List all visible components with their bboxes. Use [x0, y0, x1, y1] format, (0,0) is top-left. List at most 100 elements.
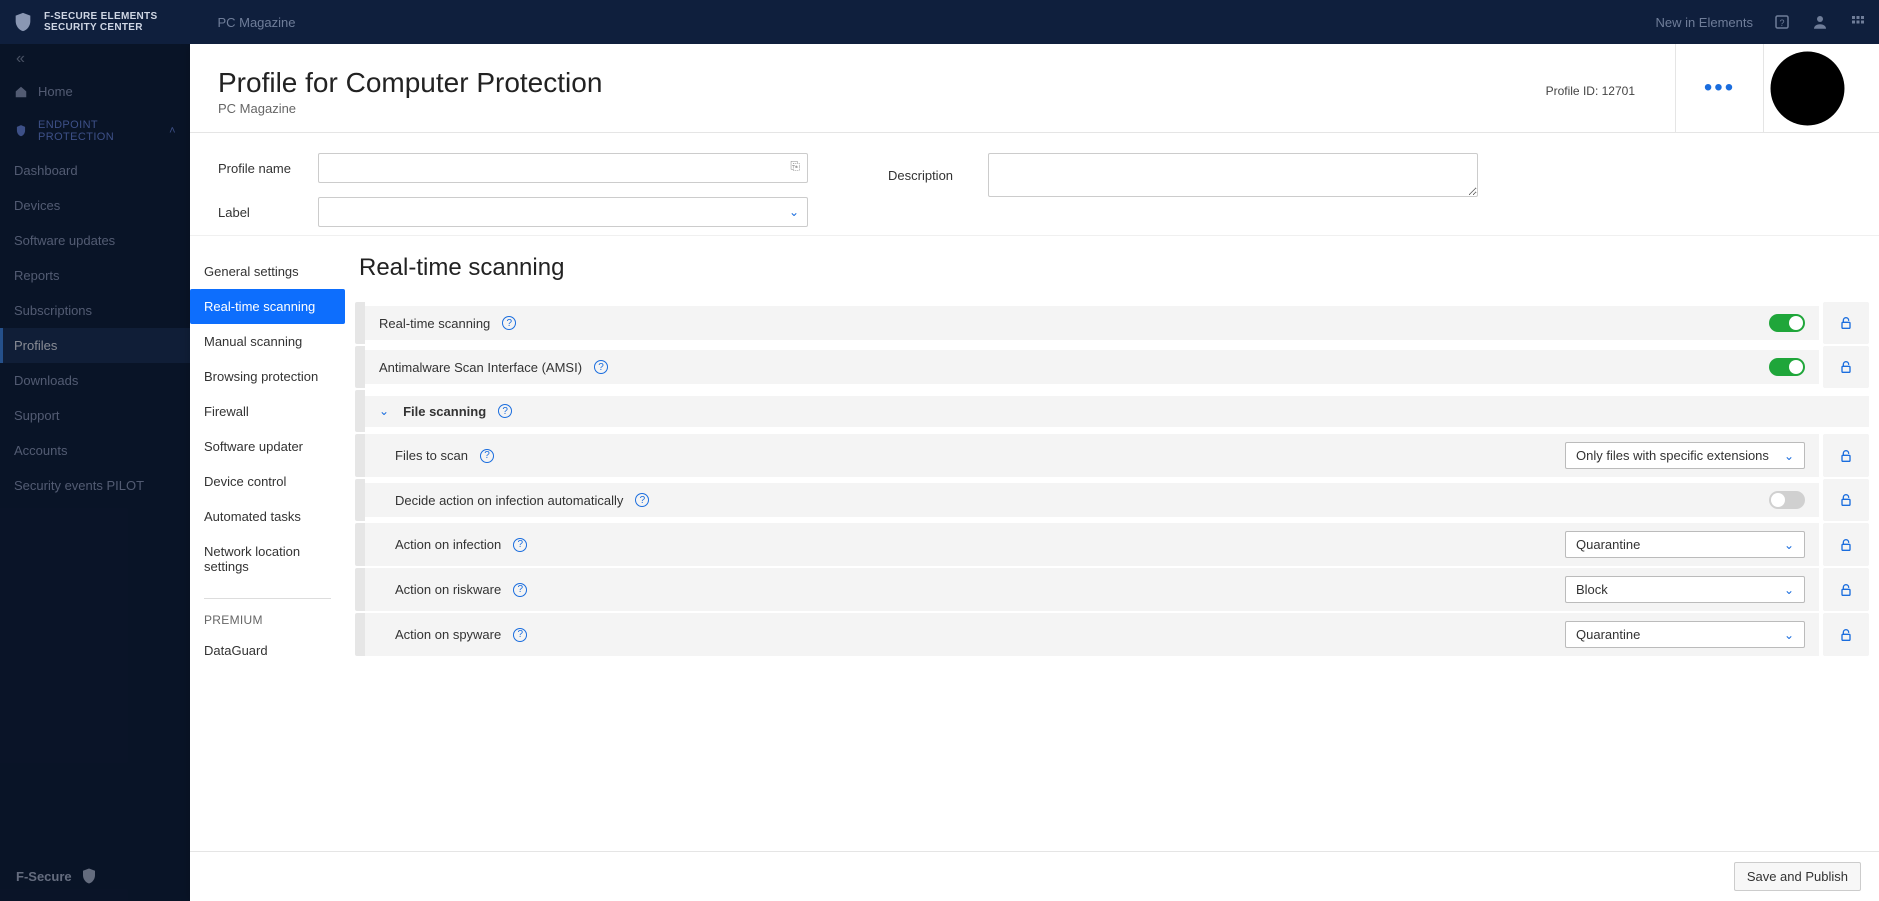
setting-row: ⌄File scanning? [355, 390, 1869, 432]
settings-pane: Real-time scanning Real-time scanning?An… [345, 236, 1879, 851]
tab-dataguard[interactable]: DataGuard [190, 633, 345, 668]
close-button[interactable] [1763, 44, 1851, 132]
lock-button[interactable] [1823, 479, 1869, 521]
more-actions-button[interactable]: ••• [1675, 44, 1763, 132]
lock-button[interactable] [1823, 302, 1869, 344]
profile-name-label: Profile name [218, 161, 298, 176]
description-input[interactable] [988, 153, 1478, 197]
svg-text:?: ? [1779, 18, 1784, 28]
help-icon[interactable]: ? [1773, 13, 1791, 31]
help-icon[interactable]: ? [513, 628, 527, 642]
chevron-up-icon: ˄ [169, 125, 176, 137]
row-gutter [355, 479, 365, 521]
setting-row: Action on spyware? Quarantine⌄ [355, 613, 1869, 656]
panel-header: Profile for Computer Protection PC Magaz… [190, 44, 1879, 133]
sidebar-item-dashboard[interactable]: Dashboard [0, 153, 190, 188]
row-gutter [355, 434, 365, 477]
sidebar-item-software-updates[interactable]: Software updates [0, 223, 190, 258]
setting-label: Action on spyware [395, 627, 501, 642]
tab-device-control[interactable]: Device control [190, 464, 345, 499]
tab-real-time-scanning[interactable]: Real-time scanning [190, 289, 345, 324]
sidebar-item-downloads[interactable]: Downloads [0, 363, 190, 398]
sidebar-item-label: Software updates [14, 233, 115, 248]
lock-open-icon [1838, 627, 1854, 643]
select-action-on-infection[interactable]: Quarantine⌄ [1565, 531, 1805, 558]
row-gutter [355, 346, 365, 388]
chevron-down-icon: ⌄ [1784, 538, 1794, 552]
sidebar-section-label: ENDPOINT PROTECTION [38, 119, 159, 143]
setting-row: Antimalware Scan Interface (AMSI)? [355, 346, 1869, 388]
home-icon [14, 85, 28, 99]
row-body: Action on spyware? Quarantine⌄ [365, 613, 1819, 656]
help-icon[interactable]: ? [635, 493, 649, 507]
sidebar-item-profiles[interactable]: Profiles [0, 328, 190, 363]
premium-heading: PREMIUM [190, 607, 345, 633]
help-icon[interactable]: ? [594, 360, 608, 374]
new-in-elements-link[interactable]: New in Elements [1655, 15, 1753, 30]
setting-row: Action on riskware? Block⌄ [355, 568, 1869, 611]
sidebar-item-subscriptions[interactable]: Subscriptions [0, 293, 190, 328]
sidebar-item-support[interactable]: Support [0, 398, 190, 433]
setting-row: Files to scan?Only files with specific e… [355, 434, 1869, 477]
lock-button[interactable] [1823, 523, 1869, 566]
lock-button[interactable] [1823, 346, 1869, 388]
tab-automated-tasks[interactable]: Automated tasks [190, 499, 345, 534]
sidebar-item-devices[interactable]: Devices [0, 188, 190, 223]
collapse-sidebar-button[interactable]: « [0, 44, 190, 74]
row-gutter [355, 302, 365, 344]
toggle-real-time-scanning[interactable] [1769, 314, 1805, 332]
lock-button[interactable] [1823, 568, 1869, 611]
select-action-on-riskware[interactable]: Block⌄ [1565, 576, 1805, 603]
brand-logo-icon [12, 11, 34, 33]
row-gutter [355, 390, 365, 432]
sidebar-item-reports[interactable]: Reports [0, 258, 190, 293]
help-icon[interactable]: ? [502, 316, 516, 330]
help-icon[interactable]: ? [498, 404, 512, 418]
row-body: Real-time scanning? [365, 306, 1819, 340]
setting-label: Decide action on infection automatically [395, 493, 623, 508]
toggle-decide-action-on-infection-automatically[interactable] [1769, 491, 1805, 509]
tab-software-updater[interactable]: Software updater [190, 429, 345, 464]
chevron-down-icon[interactable]: ⌄ [379, 404, 389, 418]
label-select[interactable]: ⌄ [318, 197, 808, 227]
sidebar-item-label: Devices [14, 198, 60, 213]
tab-firewall[interactable]: Firewall [190, 394, 345, 429]
tab-browsing-protection[interactable]: Browsing protection [190, 359, 345, 394]
breadcrumb[interactable]: PC Magazine [217, 15, 295, 30]
save-publish-button[interactable]: Save and Publish [1734, 862, 1861, 891]
lock-open-icon [1838, 448, 1854, 464]
tab-network-location-settings[interactable]: Network location settings [190, 534, 345, 584]
help-icon[interactable]: ? [513, 583, 527, 597]
panel-footer: Save and Publish [190, 851, 1879, 901]
tab-manual-scanning[interactable]: Manual scanning [190, 324, 345, 359]
tab-general-settings[interactable]: General settings [190, 254, 345, 289]
profile-panel: Profile for Computer Protection PC Magaz… [190, 44, 1879, 901]
brand[interactable]: F-SECURE ELEMENTS SECURITY CENTER [12, 11, 157, 33]
help-icon[interactable]: ? [513, 538, 527, 552]
setting-label: Action on riskware [395, 582, 501, 597]
profile-name-input[interactable] [318, 153, 808, 183]
profile-id: Profile ID: 12701 [1546, 84, 1635, 98]
select-files-to-scan[interactable]: Only files with specific extensions⌄ [1565, 442, 1805, 469]
user-icon[interactable] [1811, 13, 1829, 31]
sidebar-item-accounts[interactable]: Accounts [0, 433, 190, 468]
row-gutter [355, 613, 365, 656]
lock-button[interactable] [1823, 434, 1869, 477]
sidebar-item-security-events-pilot[interactable]: Security events PILOT [0, 468, 190, 503]
row-body: Action on riskware? Block⌄ [365, 568, 1819, 611]
sidebar-section-endpoint[interactable]: ENDPOINT PROTECTION ˄ [0, 109, 190, 153]
apps-icon[interactable] [1849, 13, 1867, 31]
lock-open-icon [1838, 492, 1854, 508]
translate-icon[interactable]: ⎘ [790, 159, 800, 174]
toggle-antimalware-scan-interface-amsi-[interactable] [1769, 358, 1805, 376]
select-action-on-spyware[interactable]: Quarantine⌄ [1565, 621, 1805, 648]
brand-footer-icon [80, 867, 98, 885]
sidebar-item-home[interactable]: Home [0, 74, 190, 109]
select-value: Only files with specific extensions [1576, 448, 1769, 463]
lock-open-icon [1838, 315, 1854, 331]
sidebar-footer-brand: F-Secure [0, 851, 190, 901]
help-icon[interactable]: ? [480, 449, 494, 463]
setting-row: Real-time scanning? [355, 302, 1869, 344]
chevron-down-icon: ⌄ [1784, 628, 1794, 642]
lock-button[interactable] [1823, 613, 1869, 656]
